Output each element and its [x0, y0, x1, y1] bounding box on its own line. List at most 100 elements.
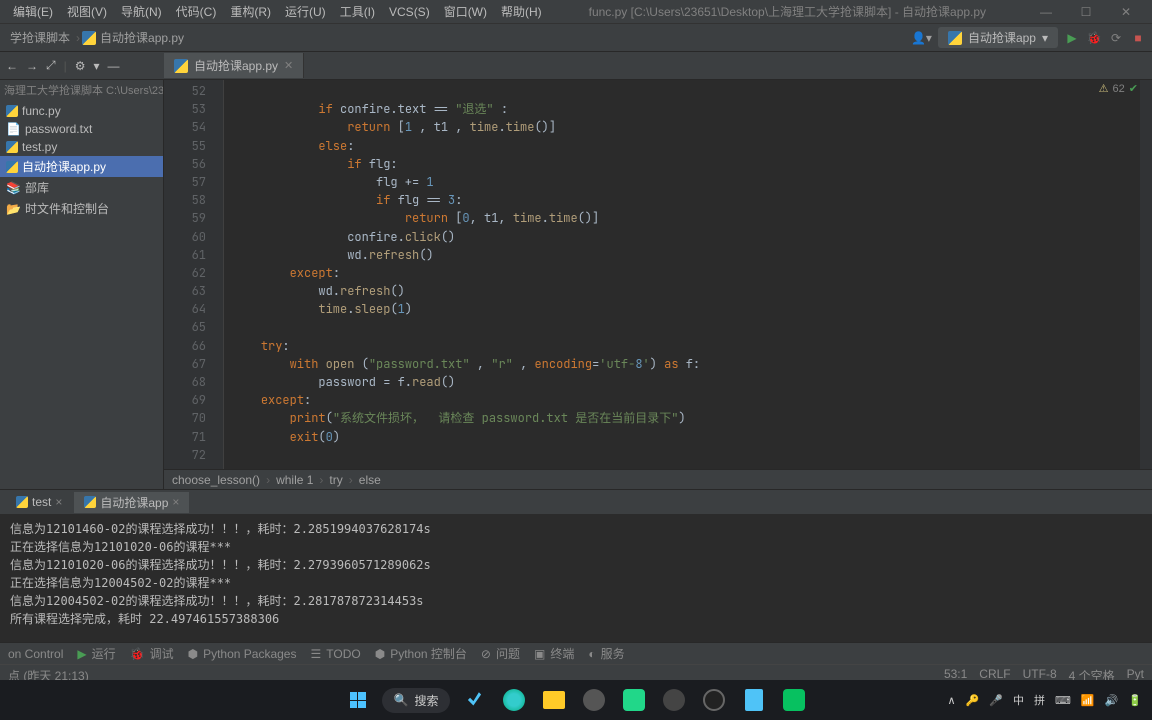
obs-icon — [703, 689, 725, 711]
line-gutter[interactable]: 5253545556575859606162636465666768697071… — [164, 80, 212, 469]
note-icon — [745, 689, 763, 711]
stop-button[interactable]: ■ — [1130, 30, 1146, 46]
python-console-icon: ⬢ — [375, 647, 385, 661]
tool-debug[interactable]: 🐞调试 — [130, 645, 174, 662]
tray-battery-icon[interactable]: 🔋 — [1128, 694, 1142, 707]
menu-edit[interactable]: 编辑(E) — [6, 3, 60, 20]
pycharm-icon — [623, 689, 645, 711]
tree-file-password[interactable]: 📄password.txt — [0, 120, 163, 138]
expand-icon[interactable]: ⤢ — [46, 58, 56, 73]
dropdown-icon[interactable]: ▾ — [94, 59, 100, 73]
inspection-widget[interactable]: ⚠ 62 ✔ — [1099, 82, 1138, 95]
close-tab-icon[interactable]: ✕ — [284, 59, 293, 72]
tool-version-control[interactable]: on Control — [8, 647, 63, 661]
run-tool-window: test × 自动抢课app × 信息为12101460-02的课程选择成功！！… — [0, 489, 1152, 664]
system-tray: ∧ 🔑 🎤 中 拼 ⌨ 📶 🔊 🔋 — [948, 692, 1142, 708]
taskbar-app-notes[interactable] — [738, 684, 770, 716]
debug-button[interactable]: 🐞 — [1086, 30, 1102, 46]
menu-code[interactable]: 代码(C) — [169, 3, 224, 20]
taskbar-app-edge[interactable] — [498, 684, 530, 716]
menu-window[interactable]: 窗口(W) — [437, 3, 494, 20]
project-root-label[interactable]: 海理工大学抢课脚本 C:\Users\2365 — [0, 80, 163, 100]
run-tabs: test × 自动抢课app × — [0, 490, 1152, 514]
start-button[interactable] — [342, 684, 374, 716]
code-area[interactable]: if confire.text == "退选" : return [1 , t1… — [224, 80, 1140, 469]
project-toolbar: ← → ⤢ | ⚙ ▾ — 自动抢课app.py ✕ — [0, 52, 1152, 80]
tab-label: 自动抢课app.py — [194, 57, 278, 74]
minimize-button[interactable]: — — [1026, 5, 1066, 19]
tool-services[interactable]: ◐服务 — [588, 645, 624, 662]
menu-refactor[interactable]: 重构(R) — [223, 3, 278, 20]
tree-external-libs[interactable]: 📚部库 — [0, 177, 163, 198]
user-icon[interactable]: 👤▾ — [911, 31, 932, 45]
menu-navigate[interactable]: 导航(N) — [114, 3, 169, 20]
tray-volume-icon[interactable]: 🔊 — [1105, 694, 1119, 707]
more-run-button[interactable]: ⟳ — [1108, 30, 1124, 46]
menu-tools[interactable]: 工具(I) — [333, 3, 382, 20]
tree-file-func[interactable]: func.py — [0, 102, 163, 120]
next-icon[interactable]: → — [26, 59, 38, 73]
taskbar-app-todo[interactable] — [458, 684, 490, 716]
taskbar-app-generic1[interactable] — [658, 684, 690, 716]
tool-python-packages[interactable]: ⬢Python Packages — [188, 647, 297, 661]
tree-file-test[interactable]: test.py — [0, 138, 163, 156]
python-icon — [16, 496, 28, 508]
tray-network-icon[interactable]: 📶 — [1081, 694, 1095, 707]
fold-strip[interactable] — [212, 80, 224, 469]
tray-ime-lang[interactable]: 中 — [1013, 692, 1024, 708]
run-config-selector[interactable]: 自动抢课app ▾ — [938, 27, 1058, 48]
tool-problems[interactable]: ⊘问题 — [481, 645, 520, 662]
text-file-icon: 📄 — [6, 122, 21, 136]
console-output[interactable]: 信息为12101460-02的课程选择成功！！！，耗时：2.2851994037… — [0, 514, 1152, 642]
editor-breadcrumb: choose_lesson()› while 1› try› else — [164, 469, 1152, 489]
settings-icon[interactable]: ⚙ — [75, 59, 86, 73]
tray-key-icon[interactable]: 🔑 — [966, 694, 980, 707]
menu-view[interactable]: 视图(V) — [60, 3, 114, 20]
close-button[interactable]: ✕ — [1106, 5, 1146, 19]
menu-bar: 编辑(E) 视图(V) 导航(N) 代码(C) 重构(R) 运行(U) 工具(I… — [0, 0, 1152, 24]
taskbar-app-settings[interactable] — [578, 684, 610, 716]
prev-icon[interactable]: ← — [6, 59, 18, 73]
check-icon: ✔ — [1129, 82, 1138, 95]
taskbar-app-explorer[interactable] — [538, 684, 570, 716]
menu-vcs[interactable]: VCS(S) — [382, 5, 437, 19]
tool-todo[interactable]: ☰TODO — [310, 647, 360, 661]
taskbar-app-obs[interactable] — [698, 684, 730, 716]
tray-overflow-icon[interactable]: ∧ — [948, 694, 956, 707]
crumb-fn[interactable]: choose_lesson() — [172, 473, 260, 487]
tool-python-console[interactable]: ⬢Python 控制台 — [375, 645, 467, 662]
breadcrumb-file[interactable]: 自动抢课app.py — [96, 29, 188, 46]
menu-help[interactable]: 帮助(H) — [494, 3, 549, 20]
tray-ime-mode[interactable]: 拼 — [1034, 692, 1045, 708]
scratch-icon: 📂 — [6, 202, 21, 216]
run-tab-test[interactable]: test × — [6, 493, 72, 511]
run-tab-app[interactable]: 自动抢课app × — [74, 492, 189, 513]
taskbar-app-pycharm[interactable] — [618, 684, 650, 716]
editor-tab-active[interactable]: 自动抢课app.py ✕ — [164, 53, 304, 78]
warning-icon: ⚠ — [1099, 82, 1109, 95]
tray-mic-icon[interactable]: 🎤 — [989, 694, 1003, 707]
code-editor[interactable]: ⚠ 62 ✔ 525354555657585960616263646566676… — [164, 80, 1152, 489]
crumb-while[interactable]: while 1 — [276, 473, 313, 487]
taskbar-search[interactable]: 🔍搜索 — [382, 688, 451, 713]
crumb-try[interactable]: try — [329, 473, 342, 487]
collapse-icon[interactable]: — — [108, 59, 120, 73]
menu-run[interactable]: 运行(U) — [278, 3, 333, 20]
tool-run[interactable]: ▶运行 — [77, 645, 115, 662]
close-icon[interactable]: × — [55, 495, 62, 509]
crumb-else[interactable]: else — [359, 473, 381, 487]
maximize-button[interactable]: ☐ — [1066, 5, 1106, 19]
tree-file-app[interactable]: 自动抢课app.py — [0, 156, 163, 177]
taskbar-app-wechat[interactable] — [778, 684, 810, 716]
error-stripe[interactable] — [1140, 80, 1152, 469]
tree-scratches[interactable]: 📂时文件和控制台 — [0, 198, 163, 219]
windows-taskbar: 🔍搜索 ∧ 🔑 🎤 中 拼 ⌨ 📶 🔊 🔋 — [0, 680, 1152, 720]
todo-icon: ☰ — [310, 647, 321, 661]
breadcrumb-project[interactable]: 学抢课脚本 — [6, 29, 74, 46]
tool-terminal[interactable]: ▣终端 — [534, 645, 574, 662]
run-button[interactable]: ▶ — [1064, 30, 1080, 46]
tray-keyboard-icon[interactable]: ⌨ — [1055, 694, 1071, 707]
folder-icon — [543, 691, 565, 709]
problems-icon: ⊘ — [481, 647, 491, 661]
close-icon[interactable]: × — [172, 495, 179, 509]
